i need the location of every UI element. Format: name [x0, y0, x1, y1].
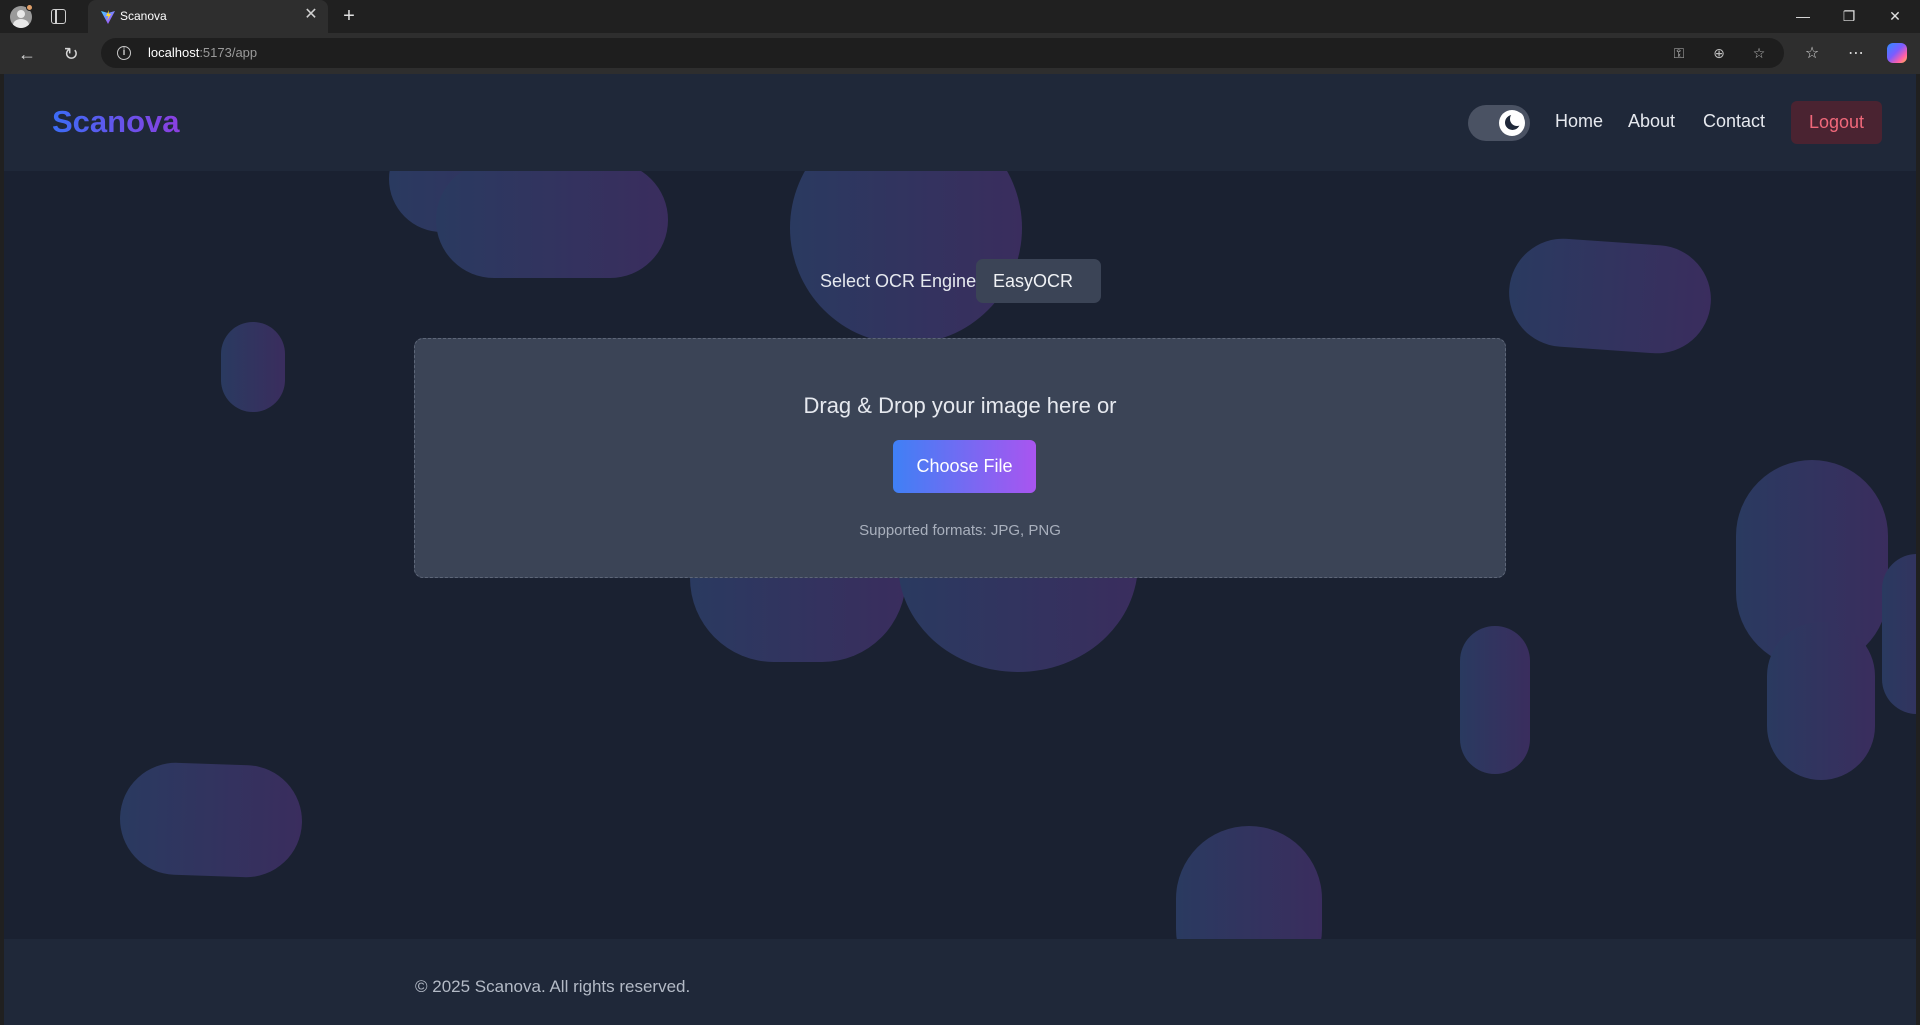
background-blob: [1882, 554, 1916, 714]
maximize-icon[interactable]: ❐: [1826, 0, 1872, 33]
nav-about-link[interactable]: About: [1628, 111, 1675, 132]
drop-zone-instructions: Drag & Drop your image here or: [803, 393, 1117, 418]
background-blob: [436, 162, 668, 278]
background-blob: [118, 760, 304, 880]
copyright-text: © 2025 Scanova. All rights reserved.: [415, 977, 691, 996]
tab-title: Scanova: [120, 9, 167, 23]
background-blob: [221, 322, 285, 412]
page-viewport: Scanova Home About Contact Logout Select…: [4, 74, 1916, 1025]
site-info-icon[interactable]: i: [117, 46, 131, 60]
zoom-icon[interactable]: ⊕: [1709, 43, 1729, 63]
favorites-icon[interactable]: ☆: [1799, 41, 1825, 67]
copilot-icon[interactable]: [1887, 43, 1907, 63]
logo[interactable]: Scanova: [52, 104, 180, 140]
vite-favicon-icon: [101, 10, 115, 24]
nav-contact-link[interactable]: Contact: [1703, 111, 1765, 132]
choose-file-button[interactable]: Choose File: [893, 440, 1036, 493]
minimize-icon[interactable]: —: [1780, 0, 1826, 33]
new-tab-icon[interactable]: +: [338, 5, 360, 27]
logout-button[interactable]: Logout: [1791, 101, 1882, 144]
background-blob: [1460, 626, 1530, 774]
toggle-knob: [1499, 110, 1525, 136]
close-tab-icon[interactable]: ✕: [302, 6, 320, 24]
ocr-engine-select[interactable]: EasyOCR: [976, 259, 1101, 303]
app-header: Scanova Home About Contact Logout: [4, 74, 1916, 171]
url-text[interactable]: localhost:5173/app: [148, 45, 257, 60]
supported-formats-text: Supported formats: JPG, PNG: [859, 522, 1061, 539]
close-window-icon[interactable]: ✕: [1872, 0, 1918, 33]
moon-icon: [1505, 112, 1524, 130]
browser-tab[interactable]: Scanova ✕: [88, 0, 328, 33]
key-icon[interactable]: ⚿: [1669, 43, 1689, 63]
background-blob: [1767, 622, 1875, 780]
back-icon[interactable]: ←: [14, 41, 40, 67]
app-footer: © 2025 Scanova. All rights reserved.: [4, 939, 1916, 1025]
refresh-icon[interactable]: ↻: [58, 41, 84, 67]
address-bar[interactable]: i localhost:5173/app ⚿ ⊕ ☆: [101, 38, 1784, 68]
browser-titlebar: Scanova ✕ + — ❐ ✕: [0, 0, 1920, 33]
nav-home-link[interactable]: Home: [1555, 111, 1603, 132]
ocr-engine-label: Select OCR Engine:: [820, 271, 982, 291]
more-icon[interactable]: ⋯: [1843, 41, 1869, 67]
background-blob: [1505, 235, 1715, 357]
image-drop-zone[interactable]: Drag & Drop your image here or Choose Fi…: [414, 338, 1506, 578]
tab-actions-icon[interactable]: [51, 9, 66, 24]
favorite-star-icon[interactable]: ☆: [1749, 43, 1769, 63]
profile-notification-dot: [26, 4, 33, 11]
browser-toolbar: ← ↻ i localhost:5173/app ⚿ ⊕ ☆ ☆ ⋯: [0, 33, 1920, 74]
theme-toggle[interactable]: [1468, 105, 1530, 141]
